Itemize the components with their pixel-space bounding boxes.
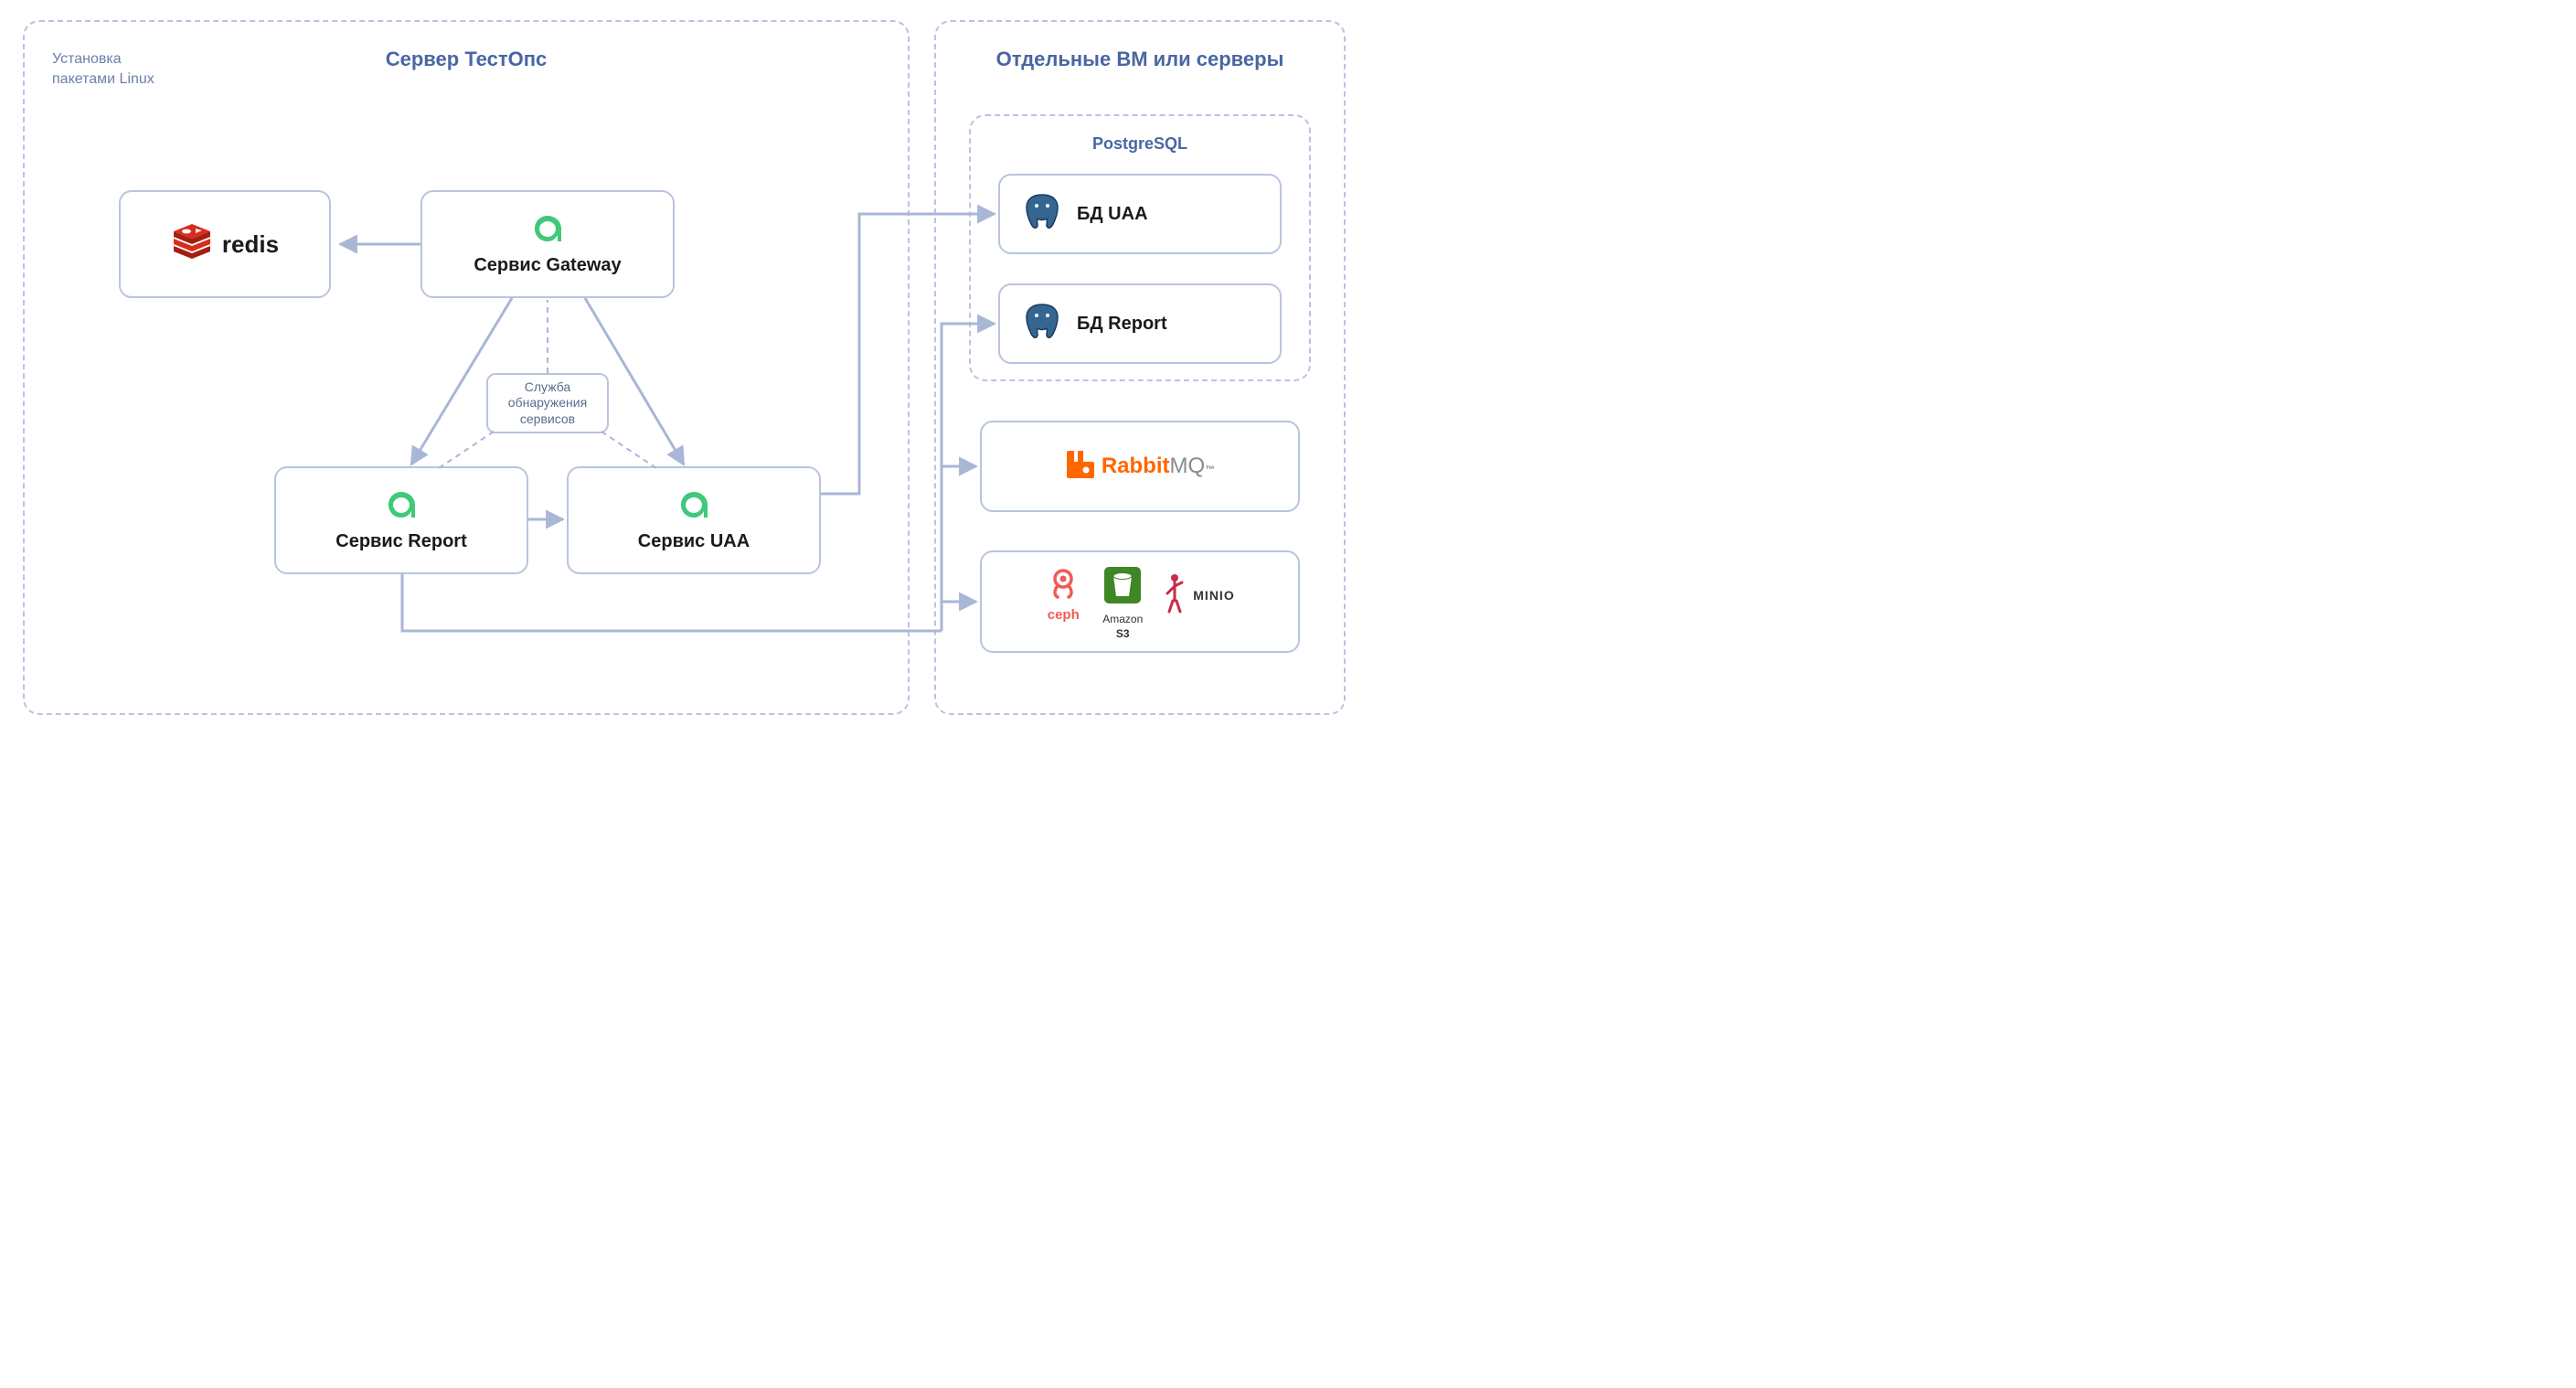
group-testops-server: Установка пакетами Linux Сервер ТестОпс [23,20,910,715]
uaa-label: Сервис UAA [638,531,750,552]
node-storage: ceph Amazon S3 [980,550,1300,653]
rabbitmq-icon [1065,449,1096,485]
node-gateway: Сервис Gateway [420,190,675,298]
rabbit-label-a: Rabbit [1102,454,1170,478]
postgresql-title: PostgreSQL [971,134,1309,154]
report-label: Сервис Report [335,531,467,552]
ceph-icon [1045,564,1081,605]
group-testops-title: Сервер ТестОпс [25,48,908,71]
postgresql-icon [1024,193,1060,236]
db-report-label: БД Report [1077,314,1167,335]
diagram-canvas: Установка пакетами Linux Сервер ТестОпс … [0,0,1371,739]
node-db-uaa: БД UAA [998,174,1282,254]
db-uaa-label: БД UAA [1077,204,1148,225]
group-external-title: Отдельные ВМ или серверы [936,48,1344,71]
node-db-report: БД Report [998,283,1282,364]
s3-icon [1102,564,1144,611]
gateway-label: Сервис Gateway [474,255,621,276]
node-discovery: Служба обнаружения сервисов [486,373,609,433]
storage-s3: Amazon S3 [1102,564,1144,640]
storage-ceph: ceph [1045,564,1081,623]
redis-icon [171,224,213,265]
postgresql-icon [1024,303,1060,346]
allure-icon [677,488,710,526]
node-uaa: Сервис UAA [567,466,821,574]
rabbit-label-b: MQ [1170,454,1206,478]
redis-label: redis [222,230,279,259]
node-redis: redis [119,190,331,298]
allure-icon [531,212,564,250]
node-report: Сервис Report [274,466,528,574]
node-rabbitmq: RabbitMQ™ [980,421,1300,512]
storage-minio: MINIO [1164,573,1234,618]
allure-icon [385,488,418,526]
minio-icon [1164,573,1186,618]
